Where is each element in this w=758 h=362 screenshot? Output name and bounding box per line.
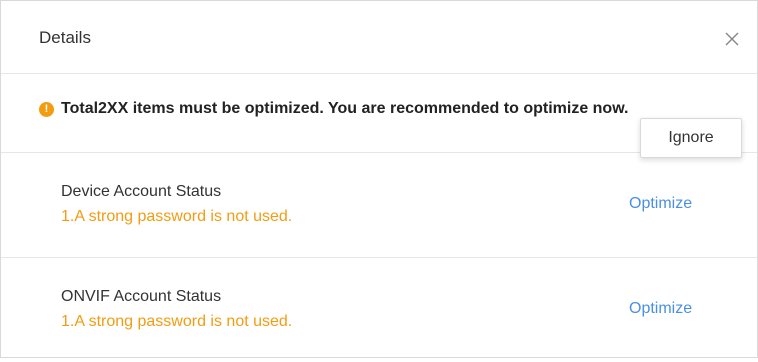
optimize-button[interactable]: Optimize [629, 195, 692, 213]
optimize-button[interactable]: Optimize [629, 300, 692, 318]
item-issue: 1.A strong password is not used. [61, 313, 293, 330]
dialog-header: Details [1, 1, 757, 74]
list-item: Device Account Status 1.A strong passwor… [1, 153, 757, 258]
item-issue: 1.A strong password is not used. [61, 208, 293, 225]
details-dialog: Details ! Total2XX items must be optimiz… [0, 0, 758, 358]
ignore-button[interactable]: Ignore [640, 118, 742, 158]
warning-banner: ! Total2XX items must be optimized. You … [1, 74, 757, 158]
warning-message: Total2XX items must be optimized. You ar… [61, 100, 629, 117]
close-button[interactable] [723, 30, 741, 48]
item-title: ONVIF Account Status [61, 288, 222, 305]
close-icon [725, 32, 739, 46]
dialog-title: Details [39, 28, 91, 47]
item-title: Device Account Status [61, 183, 222, 200]
list-item: ONVIF Account Status 1.A strong password… [1, 258, 757, 362]
exclamation-circle-icon: ! [39, 102, 54, 117]
